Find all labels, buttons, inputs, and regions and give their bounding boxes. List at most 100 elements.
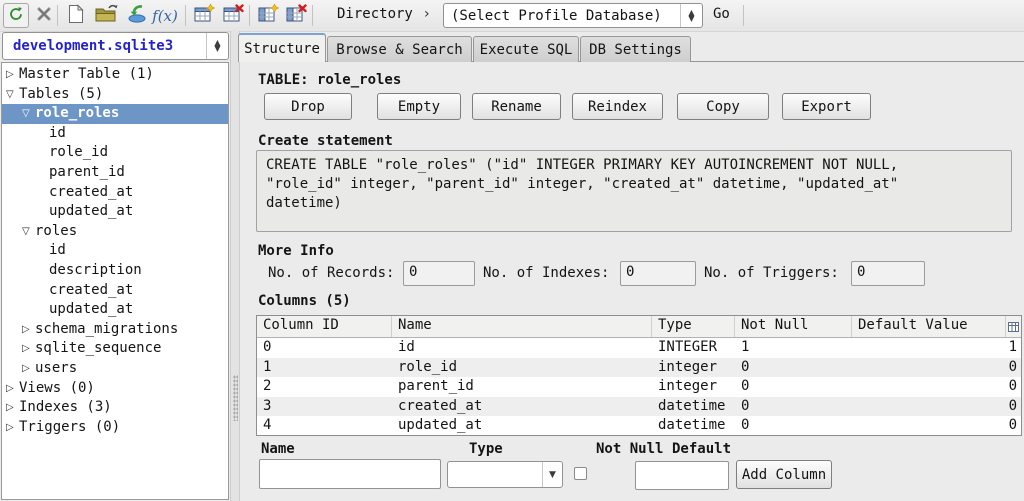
tree-item-role-roles[interactable]: ▽ role_roles [2,104,228,124]
tree-item-triggers[interactable]: ▷ Triggers (0) [2,418,228,438]
spinner-arrows-icon[interactable]: ▲ ▼ [206,33,228,59]
expander-closed-icon[interactable]: ▷ [22,359,30,379]
spinner-arrows-icon[interactable]: ▲ ▼ [680,4,702,27]
tree-item-label: Tables (5) [19,85,104,102]
columns-heading: Columns (5) [258,293,351,309]
tree-item-column[interactable]: description [2,261,228,281]
expander-closed-icon[interactable]: ▷ [6,65,14,85]
preferences-button[interactable] [31,3,57,28]
import-button[interactable] [124,3,150,28]
indexes-field: 0 [620,261,696,286]
button-label: Rename [491,98,542,115]
tree-item-column[interactable]: id [2,124,228,144]
tab-browse-search[interactable]: Browse & Search [327,36,472,62]
expander-closed-icon[interactable]: ▷ [6,398,14,418]
refresh-button[interactable] [3,3,29,28]
expander-open-icon[interactable]: ▽ [22,104,30,124]
drop-button[interactable]: Drop [264,93,352,120]
expander-open-icon[interactable]: ▽ [6,85,14,105]
tree-item-label: role_id [49,144,109,161]
tree-item-users[interactable]: ▷ users [2,359,228,379]
pane-splitter[interactable] [230,31,240,501]
reindex-button[interactable]: Reindex [572,93,663,120]
cell-column-id: 0 [263,339,272,355]
tree-item-schema-migrations[interactable]: ▷ schema_migrations [2,320,228,340]
cell-not-null: 1 [741,339,750,355]
tree-item-label: schema_migrations [35,320,179,337]
chevron-down-icon[interactable]: ▼ [542,462,562,487]
directory-menu[interactable]: Directory [337,6,413,22]
cell-column-id: 4 [263,417,272,433]
toolbar-separator [743,5,744,26]
tree-item-views[interactable]: ▷ Views (0) [2,379,228,399]
expander-closed-icon[interactable]: ▷ [6,418,14,438]
tree-item-sqlite-sequence[interactable]: ▷ sqlite_sequence [2,339,228,359]
import-database-icon [127,4,147,27]
tree-item-column[interactable]: created_at [2,183,228,203]
open-database-button[interactable] [92,3,122,28]
tree-item-column[interactable]: parent_id [2,163,228,183]
button-label: Drop [291,98,325,115]
new-column-type-combobox[interactable]: ▼ [447,461,563,488]
header-corner-grid-icon[interactable] [1006,316,1021,337]
not-null-checkbox[interactable] [574,467,587,480]
tab-execute-sql[interactable]: Execute SQL [473,36,579,62]
triggers-label: No. of Triggers: [704,265,839,281]
tab-db-settings[interactable]: DB Settings [580,36,691,62]
header-column-id[interactable]: Column ID [257,316,392,337]
table-row[interactable]: 2 parent_id integer 0 0 [257,377,1021,397]
new-column-name-input[interactable] [259,459,441,489]
table-row[interactable]: 1 role_id integer 0 0 [257,357,1021,377]
tree-item-column[interactable]: id [2,241,228,261]
tree-item-column[interactable]: updated_at [2,202,228,222]
cell-not-null: 0 [741,358,750,375]
database-file-combobox[interactable]: development.sqlite3 ▲ ▼ [2,32,229,60]
empty-button[interactable]: Empty [377,93,461,120]
tree-item-roles[interactable]: ▽ roles [2,222,228,242]
cell-name: created_at [398,397,483,414]
cell-pk: 0 [1008,417,1017,433]
tab-structure[interactable]: Structure [238,33,326,62]
expander-closed-icon[interactable]: ▷ [22,320,30,340]
drop-table-button[interactable] [220,3,246,28]
table-row[interactable]: 4 updated_at datetime 0 0 [257,416,1021,435]
toolbar-separator [185,5,186,26]
copy-button[interactable]: Copy [677,93,769,120]
header-not-null[interactable]: Not Null [735,316,852,337]
tree-item-tables[interactable]: ▽ Tables (5) [2,85,228,105]
tree-item-indexes[interactable]: ▷ Indexes (3) [2,398,228,418]
drop-column-button-toolbar[interactable] [283,3,309,28]
add-column-button-toolbar[interactable] [255,3,281,28]
more-info-heading: More Info [258,243,334,259]
expander-closed-icon[interactable]: ▷ [6,379,14,399]
tools-icon [35,5,53,27]
function-button[interactable]: f(x) [150,3,180,28]
profile-database-combobox[interactable]: (Select Profile Database) ▲ ▼ [443,3,703,28]
tree-item-label: description [49,261,142,278]
expander-open-icon[interactable]: ▽ [22,222,30,242]
tree-item-column[interactable]: created_at [2,281,228,301]
tree-item-master-table[interactable]: ▷ Master Table (1) [2,65,228,85]
splitter-grip-icon [233,375,238,421]
export-button[interactable]: Export [782,93,871,120]
rename-button[interactable]: Rename [472,93,561,120]
refresh-icon [8,6,24,26]
table-row[interactable]: 3 created_at datetime 0 0 [257,396,1021,416]
main-toolbar: f(x) Directory › (Select Profile Databas… [0,0,1024,32]
new-column-default-input[interactable] [635,461,729,490]
go-button[interactable]: Go [713,6,730,22]
create-table-button[interactable] [191,3,217,28]
expander-closed-icon[interactable]: ▷ [22,339,30,359]
tree-item-column[interactable]: updated_at [2,300,228,320]
chevron-right-icon: › [424,6,430,22]
new-database-button[interactable] [63,3,89,28]
header-type[interactable]: Type [652,316,735,337]
add-column-button[interactable]: Add Column [736,460,832,489]
header-default-value[interactable]: Default Value [852,316,1006,337]
tree-item-column[interactable]: role_id [2,143,228,163]
cell-default [852,338,1006,358]
header-name[interactable]: Name [392,316,652,337]
table-row[interactable]: 0 id INTEGER 1 1 [257,338,1021,358]
cell-type: datetime [658,417,726,433]
cell-type: INTEGER [658,339,718,355]
